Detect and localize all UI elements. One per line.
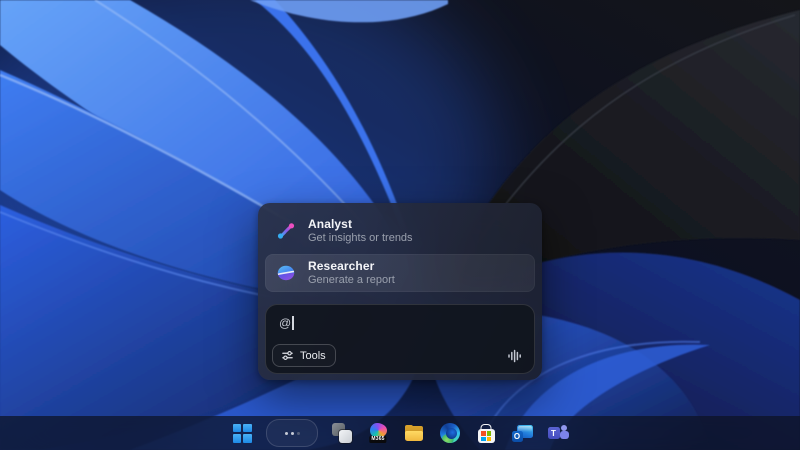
taskbar-item-file-explorer[interactable]	[400, 419, 428, 447]
agent-item-analyst[interactable]: Analyst Get insights or trends	[265, 210, 535, 252]
agent-title: Researcher	[308, 259, 395, 273]
ellipsis-dot	[297, 432, 300, 435]
agent-item-researcher[interactable]: Researcher Generate a report	[265, 254, 535, 292]
taskbar-item-task-view[interactable]	[328, 419, 356, 447]
edge-browser-icon	[440, 423, 460, 443]
prompt-text: @	[279, 316, 291, 330]
tools-button[interactable]: Tools	[272, 344, 336, 367]
ellipsis-dot	[285, 432, 288, 435]
start-button[interactable]	[228, 419, 256, 447]
more-apps-pill[interactable]	[266, 419, 318, 447]
researcher-sphere-icon	[276, 263, 296, 283]
store-bag-icon	[476, 423, 496, 443]
taskbar-item-microsoft-store[interactable]	[472, 419, 500, 447]
agent-subtitle: Generate a report	[308, 274, 395, 287]
teams-people-icon: T	[548, 423, 569, 443]
voice-input-button[interactable]	[504, 346, 524, 366]
m365-badge: M365	[369, 436, 386, 443]
copilot-prompt-input[interactable]: @ Tools	[265, 304, 535, 374]
folder-icon	[404, 423, 424, 443]
taskbar-item-edge[interactable]	[436, 419, 464, 447]
voice-waveform-icon	[506, 348, 522, 364]
agent-subtitle: Get insights or trends	[308, 232, 413, 245]
windows-start-icon	[233, 424, 252, 443]
copilot-agent-picker-panel: Analyst Get insights or trends	[258, 203, 542, 380]
taskbar: M365 O T	[0, 416, 800, 450]
agent-title: Analyst	[308, 217, 413, 231]
text-cursor	[292, 316, 294, 330]
ellipsis-dot	[291, 432, 294, 435]
analyst-trend-icon	[276, 221, 296, 241]
outlook-envelope-icon: O	[512, 423, 533, 443]
taskbar-item-m365-copilot[interactable]: M365	[364, 419, 392, 447]
filter-sliders-icon	[281, 349, 294, 362]
m365-copilot-icon: M365	[368, 423, 388, 443]
taskbar-item-teams[interactable]: T	[544, 419, 572, 447]
tools-button-label: Tools	[300, 350, 326, 362]
task-view-icon	[332, 423, 352, 443]
taskbar-item-outlook[interactable]: O	[508, 419, 536, 447]
